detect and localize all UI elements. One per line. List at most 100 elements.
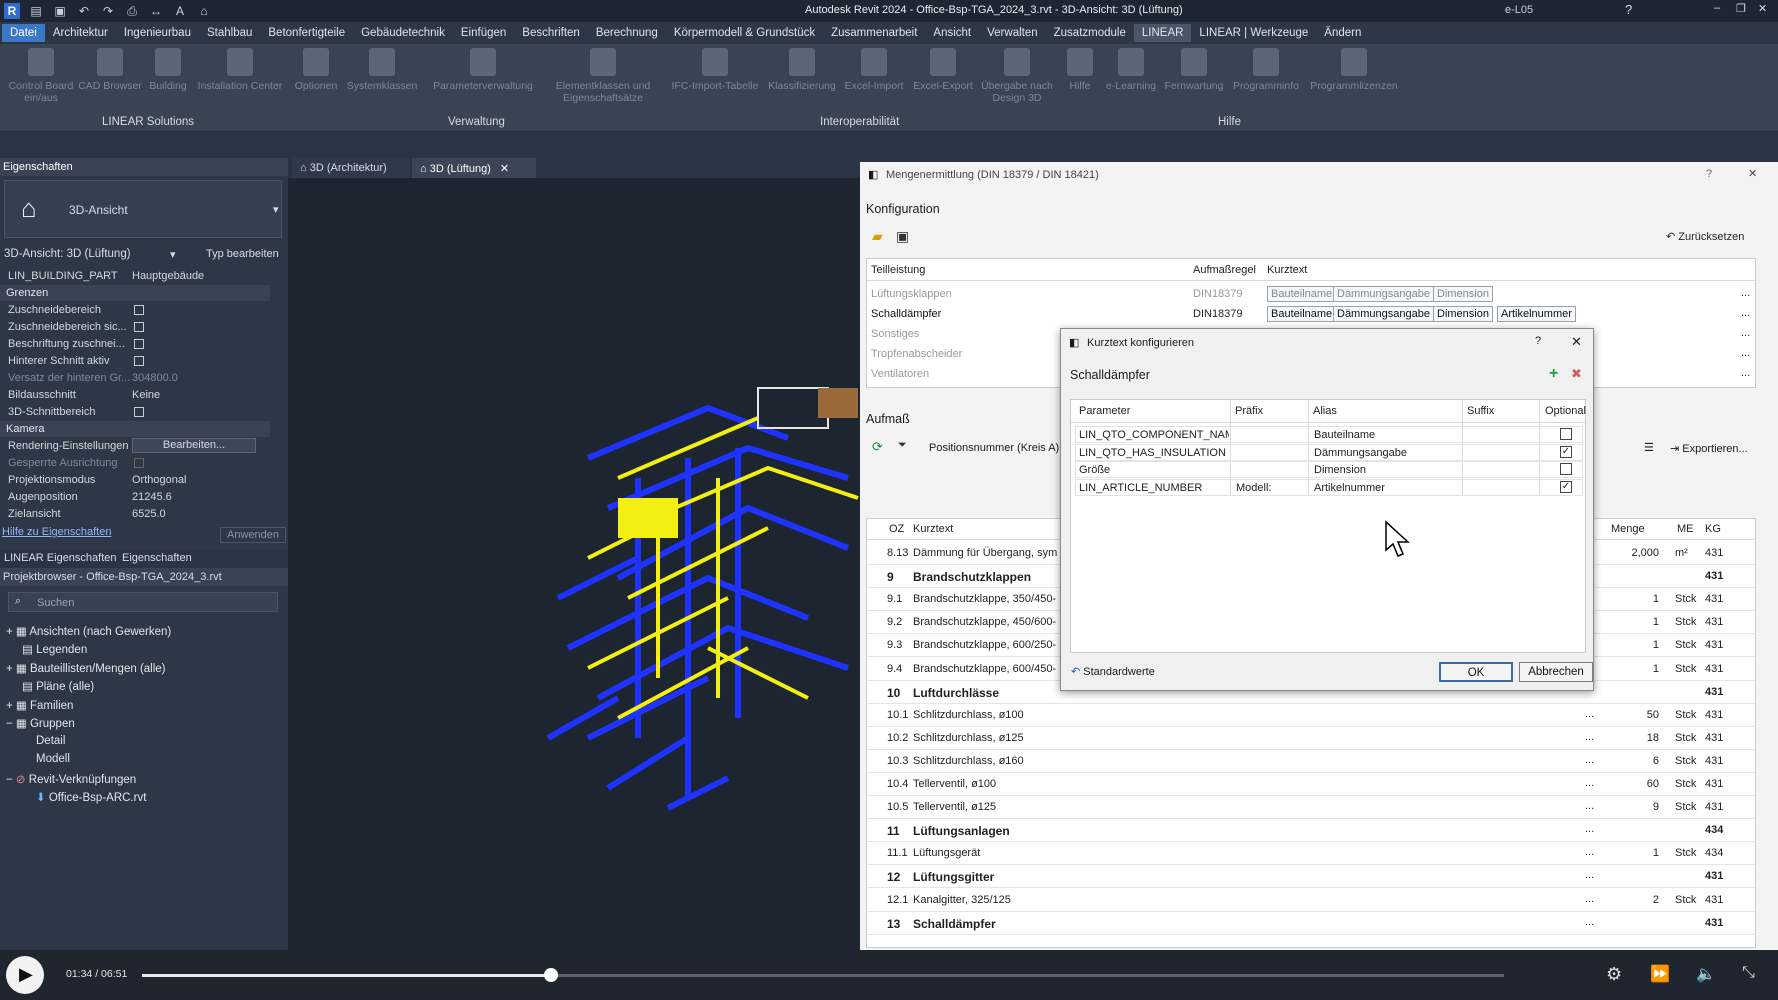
parameter-row[interactable]: LIN_QTO_HAS_INSULATION Dämmungsangabe ✓ [1075,443,1583,461]
close-icon[interactable]: ✕ [1571,334,1582,350]
section-kamera[interactable]: Kamera [0,421,270,437]
tree-item[interactable]: + ▦ Bauteillisten/Mengen (alle) [6,661,166,675]
list-icon[interactable]: ☰ [1644,441,1654,454]
praefix-cell[interactable]: Modell: [1236,482,1271,494]
tree-item[interactable]: Modell [36,753,70,765]
minimize-icon[interactable]: – [1714,2,1720,14]
parameter-row[interactable]: LIN_ARTICLE_NUMBER Modell: Artikelnummer ✓ [1075,478,1583,496]
edit-type-button[interactable]: Typ bearbeiten [206,248,279,260]
menu-ingenieurbau[interactable]: Ingenieurbau [116,24,199,42]
cancel-button[interactable]: Abbrechen [1519,662,1593,682]
checkbox[interactable] [134,322,144,332]
more-button[interactable]: ... [1585,777,1594,789]
play-button[interactable]: ▶ [6,956,44,994]
alias-cell[interactable]: Bauteilname [1314,429,1375,441]
restore-icon[interactable]: ❐ [1736,2,1746,15]
tree-item[interactable]: ▤ Pläne (alle) [22,679,94,693]
tree-item[interactable]: Detail [36,735,65,747]
checkbox[interactable] [134,407,144,417]
optional-checkbox[interactable] [1560,428,1572,440]
kurztext-tag[interactable]: Dimension [1433,306,1493,322]
parameter-row[interactable]: LIN_QTO_COMPONENT_NAME Bauteilname [1075,426,1583,443]
optional-checkbox[interactable]: ✓ [1560,480,1572,493]
menu-berechnung[interactable]: Berechnung [588,24,666,42]
search-input[interactable]: Suchen [37,597,74,609]
table-row[interactable]: 10.4 Tellerventil, ø100 60 Stck 431... [867,774,1755,796]
defaults-button[interactable]: ↶ Standardwerte [1071,665,1155,678]
type-selector[interactable]: ⌂ 3D-Ansicht ▾ [4,180,282,238]
optional-checkbox[interactable]: ✓ [1560,445,1572,458]
more-button[interactable]: ... [1585,869,1594,881]
folder-icon[interactable]: ▰ [872,228,883,245]
kurztext-tag[interactable]: Bauteilname [1267,286,1337,302]
konfig-row[interactable]: Schalldämpfer DIN18379... Bauteilname Dämmu… [867,305,1755,325]
excel-export-button[interactable]: Excel-Export [910,48,976,92]
chevron-down-icon[interactable]: ▾ [170,248,176,261]
control-board-button[interactable]: Control Board ein/aus [6,48,76,104]
close-icon[interactable]: ✕ [1748,167,1757,180]
menu-betonfertigteile[interactable]: Betonfertigteile [260,24,353,42]
programminfo-button[interactable]: Programminfo [1226,48,1306,92]
tree-item[interactable]: + ▦ Familien [6,698,73,712]
menu-stahlbau[interactable]: Stahlbau [199,24,260,42]
progress-handle[interactable] [543,968,558,982]
table-row[interactable]: 10.5 Tellerventil, ø125 9 Stck 431... [867,797,1755,820]
menu-ansicht[interactable]: Ansicht [925,24,979,42]
more-button[interactable]: ... [1585,708,1594,720]
kurztext-tag[interactable]: Bauteilname [1267,306,1337,322]
tab-eigenschaften[interactable]: Eigenschaften [122,552,192,564]
klassifizierung-button[interactable]: Klassifizierung [766,48,838,92]
reset-button[interactable]: ↶ Zurücksetzen [1666,230,1744,243]
ok-button[interactable]: OK [1439,662,1513,682]
table-row[interactable]: 10.2 Schlitzdurchlass, ø125 18 Stck 431... [867,728,1755,750]
konfig-row[interactable]: Lüftungsklappen DIN18379... Bauteilname Däm… [867,285,1755,305]
help-properties-link[interactable]: Hilfe zu Eigenschaften [2,526,111,538]
menu-architektur[interactable]: Architektur [45,24,116,42]
tree-item[interactable]: ▤ Legenden [22,642,87,656]
undo-icon[interactable]: ↶ [76,3,92,19]
kurztext-tag[interactable]: Dämmungsangabe [1333,306,1434,322]
section-grenzen[interactable]: Grenzen [0,285,270,301]
more-button[interactable]: ... [1585,800,1594,812]
tree-item[interactable]: − ▦ Gruppen [6,716,75,730]
menu-gebaeudetechnik[interactable]: Gebäudetechnik [353,24,453,42]
menu-linear-werkzeuge[interactable]: LINEAR | Werkzeuge [1191,24,1316,42]
kurztext-tag[interactable]: Dimension [1433,286,1493,302]
menu-aendern[interactable]: Ändern [1316,24,1369,42]
delete-icon[interactable]: ✖ [1571,366,1582,382]
elearning-button[interactable]: e-Learning [1100,48,1162,92]
elementklassen-button[interactable]: Elementklassen und Eigenschaftsätze [548,48,658,104]
save-icon[interactable]: ▣ [52,3,68,19]
more-button[interactable]: ... [1741,287,1750,299]
tree-item[interactable]: ⬇ Office-Bsp-ARC.rvt [36,790,146,804]
close-icon[interactable]: ✕ [1758,2,1767,15]
view-selector[interactable]: 3D-Ansicht: 3D (Lüftung) [4,248,131,260]
checkbox[interactable] [134,339,144,349]
menu-beschriften[interactable]: Beschriften [514,24,588,42]
checkbox[interactable] [134,305,144,315]
table-row[interactable]: 12 Lüftungsgitter 431... [867,866,1755,889]
volume-icon[interactable]: 🔈 [1696,964,1716,984]
3d-viewport[interactable] [288,178,860,950]
more-button[interactable]: ... [1741,327,1750,339]
menu-zusammenarbeit[interactable]: Zusammenarbeit [823,24,925,42]
menu-koerpermodell[interactable]: Körpermodell & Grundstück [666,24,823,42]
more-button[interactable]: ... [1585,893,1594,905]
table-row[interactable]: 13 Schalldämpfer 431... [867,913,1755,935]
export-button[interactable]: ⇥ Exportieren... [1670,442,1748,455]
measure-icon[interactable]: ↔ [148,3,164,19]
search-box[interactable]: ⌕ Suchen [8,592,278,612]
excel-import-button[interactable]: Excel-Import [840,48,908,92]
settings-icon[interactable]: ⚙ [1606,964,1622,985]
parameter-row[interactable]: Größe Dimension [1075,461,1583,478]
installation-center-button[interactable]: Installation Center [194,48,286,92]
add-icon[interactable]: + [1549,365,1558,383]
revit-logo-icon[interactable]: R [4,3,20,19]
more-button[interactable]: ... [1585,823,1594,835]
refresh-icon[interactable]: ⟳ [872,439,883,455]
apply-button[interactable]: Anwenden [220,527,286,543]
tab-3d-architektur[interactable]: ⌂ 3D (Architektur) [292,158,410,180]
kurztext-tag[interactable]: Dämmungsangabe [1333,286,1434,302]
text-icon[interactable]: A [172,3,188,19]
tree-item[interactable]: + ▦ Ansichten (nach Gewerken) [6,624,171,638]
